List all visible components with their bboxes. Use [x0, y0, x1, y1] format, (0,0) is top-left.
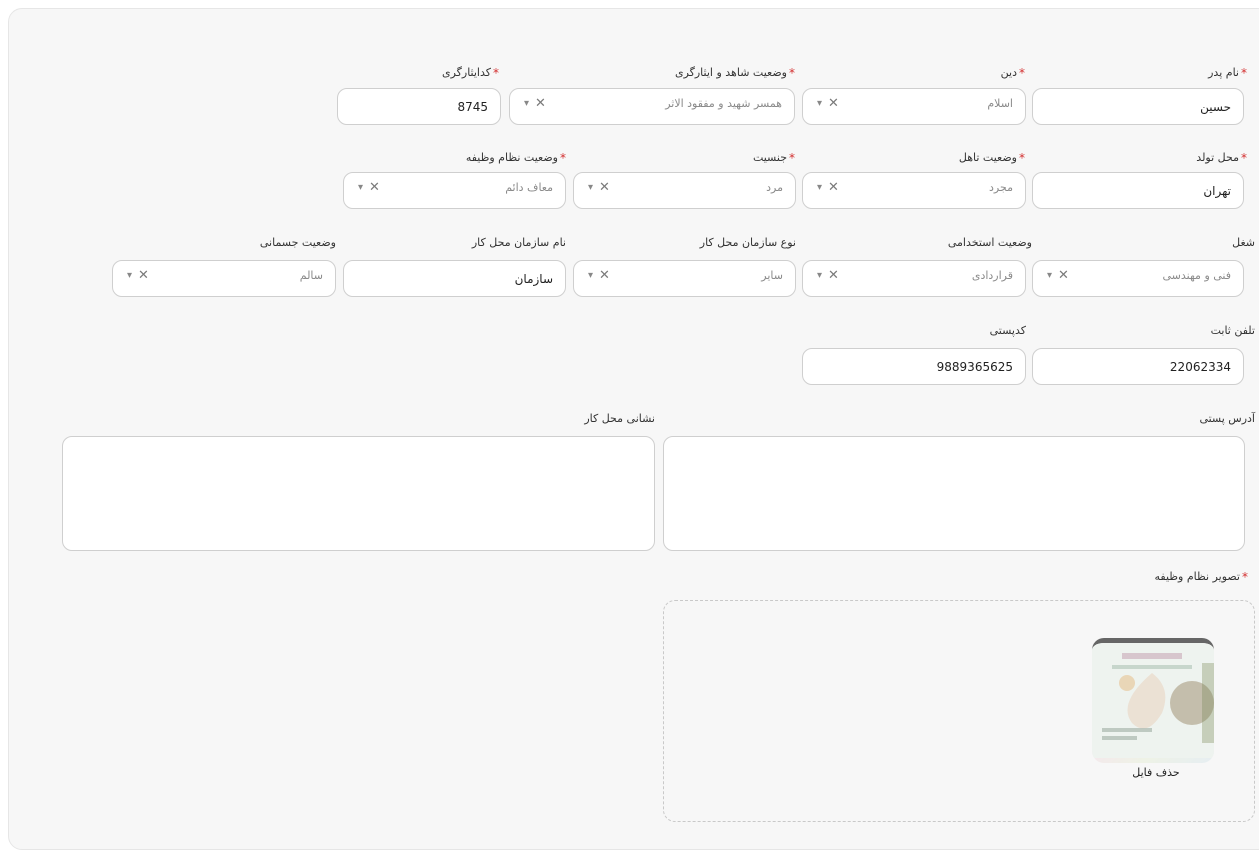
isar-code-label: *کدایثارگری — [441, 66, 499, 80]
work-address-textarea[interactable] — [62, 436, 655, 551]
physical-status-select[interactable]: سالم ▾ ✕ — [112, 260, 336, 297]
clear-icon[interactable]: ✕ — [1058, 268, 1069, 283]
upload-label: *تصویر نظام وظیفه — [1154, 570, 1248, 584]
postal-address-textarea[interactable] — [663, 436, 1245, 551]
dropdown-icon[interactable]: ▾ — [524, 98, 529, 109]
postal-address-label: آدرس پستی — [1199, 412, 1255, 425]
military-status-label: *وضعیت نظام وظیفه — [465, 151, 566, 165]
military-card-thumbnail — [1092, 638, 1214, 763]
clear-icon[interactable]: ✕ — [369, 180, 380, 195]
gender-label: *جنسیت — [752, 151, 795, 165]
marital-status-select[interactable]: مجرد ▾ ✕ — [802, 172, 1026, 209]
employment-status-label: وضعیت استخدامی — [947, 236, 1032, 249]
clear-icon[interactable]: ✕ — [828, 268, 839, 283]
dropdown-icon[interactable]: ▾ — [588, 182, 593, 193]
dropdown-icon[interactable]: ▾ — [817, 98, 822, 109]
dropdown-icon[interactable]: ▾ — [817, 182, 822, 193]
birth-place-label: *محل تولد — [1196, 151, 1247, 165]
org-type-select[interactable]: سایر ▾ ✕ — [573, 260, 796, 297]
father-name-input[interactable]: حسین — [1032, 88, 1244, 125]
dropdown-icon[interactable]: ▾ — [127, 270, 132, 281]
martyr-status-select[interactable]: همسر شهید و مفقود الاثر ▾ ✕ — [509, 88, 795, 125]
physical-status-label: وضعیت جسمانی — [259, 236, 336, 249]
dropdown-icon[interactable]: ▾ — [588, 270, 593, 281]
birth-place-input[interactable]: تهران — [1032, 172, 1244, 209]
isar-code-input[interactable]: 8745 — [337, 88, 501, 125]
clear-icon[interactable]: ✕ — [138, 268, 149, 283]
military-status-select[interactable]: معاف دائم ▾ ✕ — [343, 172, 566, 209]
father-name-label: *نام پدر — [1208, 66, 1247, 80]
org-name-input[interactable]: سازمان — [343, 260, 566, 297]
military-card-image-icon — [1092, 643, 1214, 758]
clear-icon[interactable]: ✕ — [599, 180, 610, 195]
postal-code-input[interactable]: 9889365625 — [802, 348, 1026, 385]
job-label: شغل — [1232, 236, 1255, 249]
clear-icon[interactable]: ✕ — [599, 268, 610, 283]
delete-file-button[interactable]: حذف فایل — [1132, 766, 1179, 779]
clear-icon[interactable]: ✕ — [828, 96, 839, 111]
dropdown-icon[interactable]: ▾ — [1047, 270, 1052, 281]
employment-status-select[interactable]: قراردادی ▾ ✕ — [802, 260, 1026, 297]
martyr-status-label: *وضعیت شاهد و ایثارگری — [674, 66, 795, 80]
clear-icon[interactable]: ✕ — [535, 96, 546, 111]
religion-select[interactable]: اسلام ▾ ✕ — [802, 88, 1026, 125]
org-type-label: نوع سازمان محل کار — [699, 236, 796, 249]
gender-select[interactable]: مرد ▾ ✕ — [573, 172, 796, 209]
marital-status-label: *وضعیت تاهل — [958, 151, 1025, 165]
org-name-label: نام سازمان محل کار — [471, 236, 566, 249]
landline-input[interactable]: 22062334 — [1032, 348, 1244, 385]
landline-label: تلفن ثابت — [1210, 324, 1255, 337]
job-select[interactable]: فنی و مهندسی ▾ ✕ — [1032, 260, 1244, 297]
postal-code-label: کدپستی — [989, 324, 1026, 337]
dropdown-icon[interactable]: ▾ — [817, 270, 822, 281]
work-address-label: نشانی محل کار — [584, 412, 655, 425]
religion-label: *دین — [1000, 66, 1025, 80]
dropdown-icon[interactable]: ▾ — [358, 182, 363, 193]
clear-icon[interactable]: ✕ — [828, 180, 839, 195]
